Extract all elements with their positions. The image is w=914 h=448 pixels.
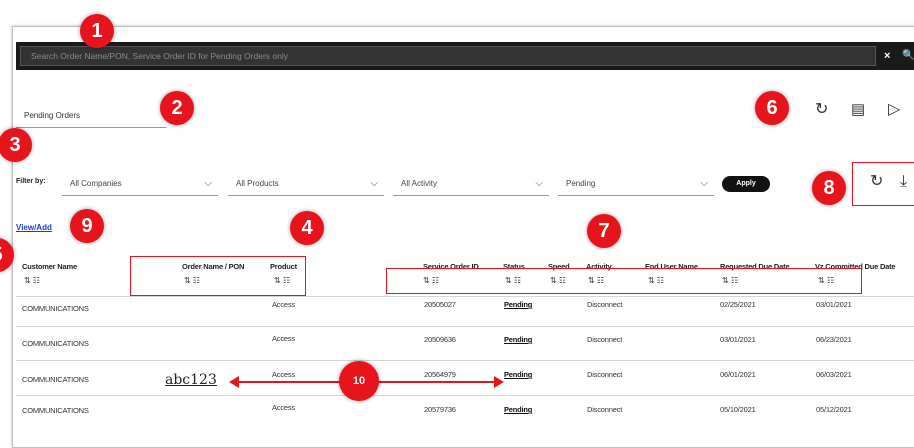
marker-7: 7 [587, 214, 621, 248]
cell-status-link[interactable]: Pending [504, 335, 532, 344]
row-divider [16, 296, 914, 297]
cell-product: Access [272, 334, 295, 343]
cell-customer: COMMUNICATIONS [22, 339, 89, 348]
cell-customer: COMMUNICATIONS [22, 406, 89, 415]
download-icon[interactable]: ⤓ [900, 174, 907, 190]
cell-committed-date: 06/03/2021 [816, 370, 852, 379]
cell-requested-date: 02/25/2021 [720, 300, 756, 309]
cell-activity: Disconnect [587, 300, 623, 309]
refresh-icon[interactable]: ↻ [870, 174, 883, 190]
cell-product: Access [272, 300, 295, 309]
table-layout-icon[interactable]: ▤ [851, 102, 865, 118]
sort-icon[interactable]: ⇅ ☷ [24, 276, 40, 285]
column-header-customer[interactable]: Customer Name [22, 262, 77, 271]
companies-filter[interactable]: All Companies ⌵ [62, 172, 218, 196]
status-filter-value: Pending [566, 179, 596, 188]
cell-order-name[interactable]: abc123 [165, 372, 217, 388]
chevron-down-icon: ⌵ [535, 178, 543, 189]
row-divider [16, 326, 914, 327]
status-filter[interactable]: Pending ⌵ [558, 172, 714, 196]
cell-requested-date: 03/01/2021 [720, 335, 756, 344]
marker-2: 2 [160, 91, 194, 125]
cell-status-link[interactable]: Pending [504, 370, 532, 379]
search-input[interactable] [21, 47, 875, 65]
app-window [12, 26, 914, 448]
cell-service-id: 20505027 [424, 300, 456, 309]
search-icon[interactable]: 🔍 [902, 49, 914, 63]
view-select[interactable]: Pending Orders [16, 104, 166, 128]
cell-status-link[interactable]: Pending [504, 405, 532, 414]
cell-committed-date: 03/01/2021 [816, 300, 852, 309]
marker-10: 10 [339, 361, 379, 401]
refresh-icon[interactable]: ↻ [815, 102, 828, 118]
arrow-right-icon [494, 376, 504, 388]
clear-icon[interactable]: × [884, 49, 890, 63]
marker-1: 1 [80, 14, 114, 48]
arrow-left-icon [229, 376, 239, 388]
cell-committed-date: 06/23/2021 [816, 335, 852, 344]
chevron-down-icon: ⌵ [700, 178, 708, 189]
apply-button[interactable]: Apply [722, 176, 770, 192]
cell-service-id: 20579736 [424, 405, 456, 414]
row-divider [16, 395, 914, 396]
cell-status-link[interactable]: Pending [504, 300, 532, 309]
cell-service-id: 20509636 [424, 335, 456, 344]
cell-activity: Disconnect [587, 405, 623, 414]
order-product-highlight [130, 256, 306, 296]
play-icon[interactable]: ▷ [888, 102, 900, 118]
cell-customer: COMMUNICATIONS [22, 375, 89, 384]
activity-filter-value: All Activity [401, 179, 438, 188]
marker-9: 9 [70, 209, 104, 243]
products-filter[interactable]: All Products ⌵ [228, 172, 384, 196]
cell-product: Access [272, 370, 295, 379]
filter-label: Filter by: [16, 178, 46, 185]
cell-requested-date: 05/10/2021 [720, 405, 756, 414]
marker-4: 4 [290, 211, 324, 245]
marker-8: 8 [812, 171, 846, 205]
columns-highlight [386, 268, 862, 294]
companies-filter-value: All Companies [70, 179, 122, 188]
cell-committed-date: 05/12/2021 [816, 405, 852, 414]
cell-activity: Disconnect [587, 370, 623, 379]
row-divider [16, 360, 914, 361]
view-add-link[interactable]: View/Add [16, 223, 52, 232]
search-field-wrapper [20, 46, 876, 66]
cell-product: Access [272, 403, 295, 412]
chevron-down-icon: ⌵ [204, 178, 212, 189]
products-filter-value: All Products [236, 179, 279, 188]
cell-service-id: 20564979 [424, 370, 456, 379]
chevron-down-icon: ⌵ [370, 178, 378, 189]
activity-filter[interactable]: All Activity ⌵ [393, 172, 549, 196]
cell-customer: COMMUNICATIONS [22, 304, 89, 313]
search-bar: × 🔍 [16, 42, 914, 70]
cell-activity: Disconnect [587, 335, 623, 344]
marker-6: 6 [755, 91, 789, 125]
cell-requested-date: 06/01/2021 [720, 370, 756, 379]
